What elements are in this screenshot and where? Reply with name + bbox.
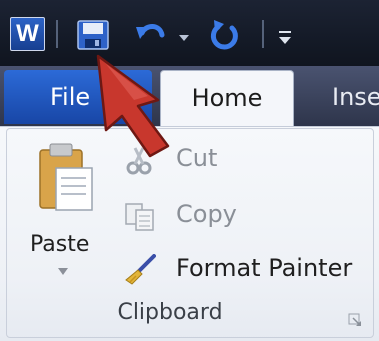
save-icon [77, 20, 109, 50]
red-arrow-pointer [96, 54, 170, 158]
dialog-launcher-icon [348, 313, 361, 326]
quick-access-toolbar: W [0, 0, 379, 66]
undo-button[interactable] [134, 19, 168, 51]
paste-label: Paste [30, 232, 90, 257]
paste-button[interactable]: Paste [20, 136, 110, 296]
redo-icon [210, 20, 238, 50]
brush-icon [125, 254, 156, 285]
redo-button[interactable] [208, 18, 242, 52]
format-painter-label: Format Painter [176, 254, 353, 282]
chevron-down-icon[interactable] [58, 268, 68, 276]
undo-dropdown-arrow[interactable] [178, 29, 190, 41]
dialog-launcher-button[interactable] [348, 312, 362, 326]
clipboard-group-label: Clipboard [117, 300, 223, 325]
customize-toolbar-icon [279, 31, 291, 44]
copy-label: Copy [176, 200, 237, 228]
word-ribbon-screenshot: W File Home Inse Paste Cut Copy Format P… [0, 0, 379, 341]
chevron-down-icon [179, 35, 189, 41]
toolbar-separator [56, 20, 58, 48]
tab-insert[interactable]: Insert [332, 70, 379, 124]
undo-icon [136, 24, 165, 39]
word-logo-icon[interactable]: W [10, 17, 45, 51]
customize-toolbar-button[interactable] [274, 26, 296, 48]
toolbar-separator [262, 20, 264, 48]
copy-icon [125, 203, 154, 231]
save-button[interactable] [76, 19, 110, 51]
